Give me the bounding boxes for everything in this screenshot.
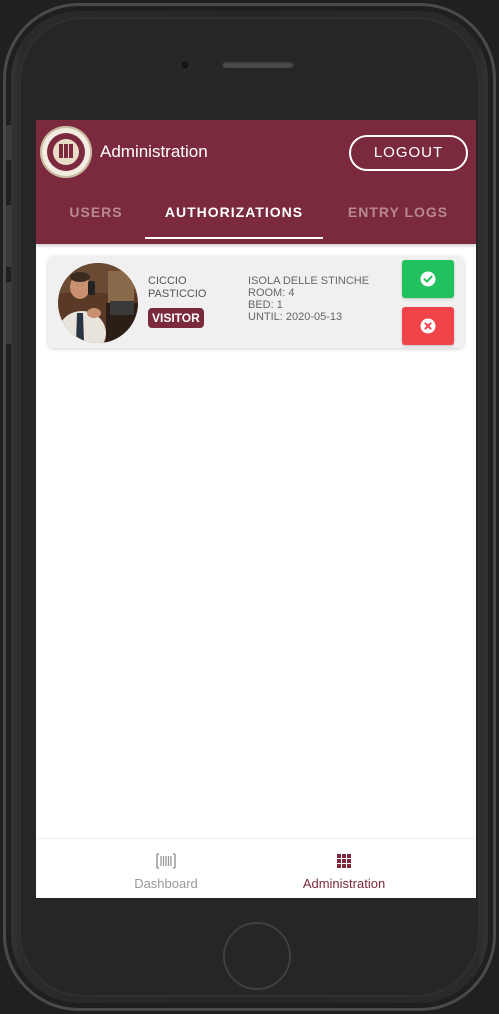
x-circle-icon: [420, 318, 436, 334]
authorization-card: CICCIO PASTICCIO VISITOR ISOLA DELLE STI…: [48, 256, 464, 348]
volume-down-button: [6, 282, 12, 344]
facility-name: ISOLA DELLE STINCHE: [248, 275, 370, 287]
bottom-navigation: Dashboard Administration: [36, 838, 476, 898]
approve-button[interactable]: [402, 260, 454, 298]
authorization-details: ISOLA DELLE STINCHE ROOM: 4 BED: 1 UNTIL…: [248, 275, 369, 323]
tab-users[interactable]: USERS: [56, 188, 136, 244]
nav-dashboard-label: Dashboard: [134, 876, 198, 891]
tab-authorizations[interactable]: AUTHORIZATIONS: [145, 188, 323, 244]
nav-administration-label: Administration: [302, 876, 386, 891]
reject-button[interactable]: [402, 307, 454, 345]
mute-switch: [6, 125, 12, 160]
grid-icon: [337, 854, 351, 868]
home-button[interactable]: [223, 922, 291, 990]
visitor-last-name: PASTICCIO: [148, 288, 207, 300]
front-camera: [179, 59, 191, 71]
app-header: Administration LOGOUT: [36, 120, 476, 188]
check-circle-icon: [420, 271, 436, 287]
nav-administration[interactable]: Administration: [264, 839, 424, 898]
room-number: ROOM: 4: [248, 287, 295, 299]
barcode-icon: [156, 853, 176, 869]
page-title: Administration: [100, 142, 208, 161]
visitor-first-name: CICCIO: [148, 275, 187, 287]
logout-button[interactable]: LOGOUT: [349, 135, 468, 171]
volume-up-button: [6, 205, 12, 267]
nav-dashboard[interactable]: Dashboard: [86, 839, 246, 898]
tab-bar: USERS AUTHORIZATIONS ENTRY LOGS: [36, 188, 476, 244]
visitor-name: CICCIO PASTICCIO: [148, 275, 206, 301]
avatar: [58, 263, 138, 343]
role-badge: VISITOR: [148, 308, 204, 328]
active-tab-indicator: [145, 237, 323, 239]
university-seal-logo: [40, 126, 92, 178]
tab-entry-logs[interactable]: ENTRY LOGS: [338, 188, 458, 244]
app-screen: Administration LOGOUT USERS AUTHORIZATIO…: [36, 120, 476, 898]
bed-number: BED: 1: [248, 299, 283, 311]
valid-until: UNTIL: 2020-05-13: [248, 311, 343, 323]
earpiece-speaker: [222, 61, 294, 68]
